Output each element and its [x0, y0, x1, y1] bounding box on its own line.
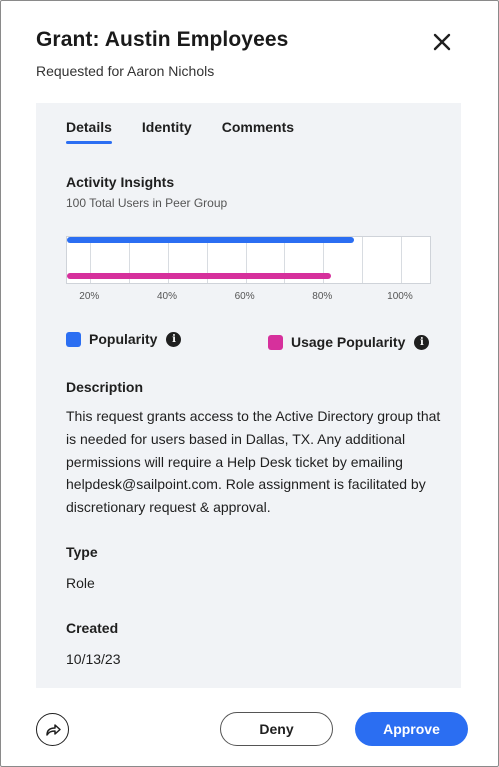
- popularity-swatch: [66, 331, 81, 347]
- popularity-label: Popularity: [89, 331, 158, 347]
- chart-tick-label: 40%: [156, 291, 177, 302]
- peer-group-count: 100 Total Users in Peer Group: [66, 196, 228, 210]
- usage-popularity-label: Usage Popularity: [291, 334, 406, 350]
- tab-details[interactable]: Details: [66, 119, 112, 144]
- close-button[interactable]: [429, 29, 455, 55]
- chart-gridline: [400, 237, 402, 283]
- approve-button[interactable]: Approve: [355, 712, 468, 746]
- deny-button[interactable]: Deny: [220, 712, 333, 746]
- tab-bar: Details Identity Comments: [66, 119, 324, 144]
- chart-tick-label: 80%: [312, 291, 333, 302]
- created-value: 10/13/23: [66, 651, 121, 667]
- details-panel: Details Identity Comments Activity Insig…: [36, 103, 461, 688]
- chart-bar-usage-popularity: [67, 273, 332, 279]
- type-value: Role: [66, 575, 95, 591]
- activity-insights-heading: Activity Insights: [66, 174, 175, 190]
- description-text: This request grants access to the Active…: [66, 408, 441, 516]
- share-icon: [45, 723, 61, 736]
- chart-tick-label: 100%: [387, 291, 413, 302]
- created-heading: Created: [66, 620, 119, 636]
- popularity-info-icon[interactable]: i: [166, 331, 182, 347]
- requested-for-text: Requested for Aaron Nichols: [36, 63, 215, 79]
- usage-popularity-info-icon[interactable]: i: [414, 334, 430, 350]
- activity-chart: [66, 236, 431, 284]
- chart-gridline: [362, 237, 364, 283]
- dialog-title: Grant: Austin Employees: [36, 28, 289, 51]
- usage-popularity-swatch: [268, 334, 283, 350]
- chart-tick-label: 60%: [234, 291, 255, 302]
- chart-bar-popularity: [67, 237, 355, 243]
- tab-identity[interactable]: Identity: [142, 119, 192, 144]
- share-button[interactable]: [36, 713, 69, 746]
- legend-popularity: Popularity i: [66, 331, 182, 347]
- request-dialog: Grant: Austin Employees Requested for Aa…: [0, 0, 499, 767]
- chart-tick-label: 20%: [79, 291, 100, 302]
- legend-usage-popularity: Usage Popularity i: [268, 334, 430, 350]
- close-icon: [433, 33, 451, 51]
- type-heading: Type: [66, 544, 98, 560]
- tab-comments[interactable]: Comments: [222, 119, 294, 144]
- description-heading: Description: [66, 379, 144, 395]
